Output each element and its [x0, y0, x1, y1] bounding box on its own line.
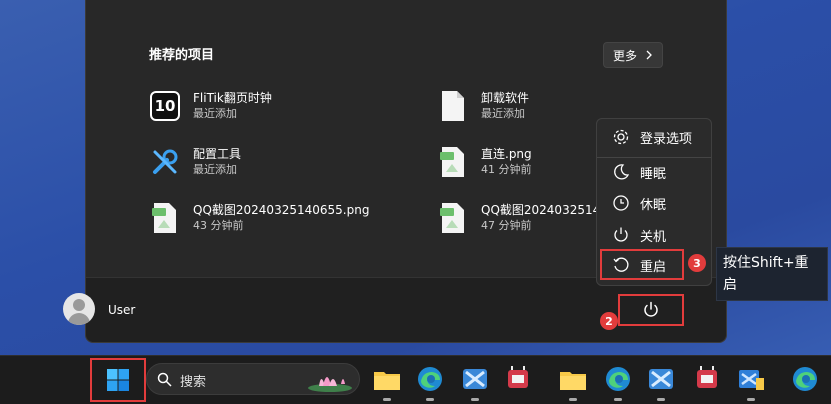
search-box[interactable]: 搜索: [146, 363, 360, 395]
running-indicator: [426, 398, 434, 401]
running-indicator: [657, 398, 665, 401]
png-file-icon: [149, 202, 181, 234]
item-time: 最近添加: [193, 107, 237, 120]
hibernate-item[interactable]: 休眠: [597, 189, 711, 217]
running-indicator: [471, 398, 479, 401]
search-icon: [157, 372, 172, 387]
gear-icon: [611, 127, 631, 147]
recommended-item[interactable]: 直连.png 41 分钟前: [437, 146, 532, 178]
menu-label: 登录选项: [640, 131, 693, 147]
flitik-clock-icon: 10: [149, 90, 181, 122]
file-explorer-icon[interactable]: [372, 364, 402, 394]
app-icon[interactable]: [736, 364, 766, 394]
menu-label: 休眠: [640, 197, 667, 213]
edge-icon[interactable]: [603, 364, 633, 394]
sleep-item[interactable]: 睡眠: [597, 158, 711, 186]
edge-icon[interactable]: [415, 364, 445, 394]
step-badge-3: 3: [688, 254, 706, 272]
recommended-item[interactable]: 10 FliTik翻页时钟 最近添加: [149, 90, 272, 122]
search-placeholder: 搜索: [180, 375, 207, 390]
item-time: 43 分钟前: [193, 219, 244, 232]
item-time: 41 分钟前: [481, 163, 532, 176]
recommended-item[interactable]: 卸载软件 最近添加: [437, 90, 529, 122]
windows-logo-icon: [107, 369, 129, 391]
lotus-icon: [308, 377, 352, 392]
more-label: 更多: [612, 48, 637, 63]
username[interactable]: User: [108, 303, 135, 317]
item-time: 最近添加: [193, 163, 237, 176]
file-explorer-icon[interactable]: [558, 364, 588, 394]
flitik-icon-text: 10: [150, 91, 180, 121]
moon-icon: [611, 162, 631, 182]
step-badge-2: 2: [600, 312, 618, 330]
edge-icon[interactable]: [790, 364, 820, 394]
menu-label: 关机: [640, 229, 667, 245]
app-icon[interactable]: [503, 364, 533, 394]
png-file-icon: [437, 146, 469, 178]
app-icon[interactable]: [646, 364, 676, 394]
recommended-item[interactable]: 配置工具 最近添加: [149, 146, 241, 178]
shift-restart-tooltip: 按住Shift+重启: [716, 247, 828, 301]
recommended-title: 推荐的项目: [149, 48, 215, 63]
power-icon: [611, 225, 631, 245]
running-indicator: [747, 398, 755, 401]
item-name: 配置工具: [193, 147, 242, 161]
recommended-item[interactable]: QQ截图20240325140655.png 43 分钟前: [149, 202, 369, 234]
item-name: 直连.png: [481, 147, 532, 161]
item-time: 最近添加: [481, 107, 525, 120]
recommended-item[interactable]: QQ截图202403251403 47 分钟前: [437, 202, 616, 234]
app-icon[interactable]: [460, 364, 490, 394]
tools-icon: [149, 146, 181, 178]
restart-highlight: [600, 249, 684, 280]
power-icon: [644, 301, 658, 317]
blank-file-icon: [437, 90, 469, 122]
item-name: QQ截图20240325140655.png: [193, 203, 370, 217]
chevron-right-icon: [646, 50, 652, 60]
start-button[interactable]: [90, 358, 146, 402]
app-icon[interactable]: [692, 364, 722, 394]
running-indicator: [569, 398, 577, 401]
clock-icon: [611, 193, 631, 213]
item-name: FliTik翻页时钟: [193, 91, 272, 105]
avatar[interactable]: [63, 293, 95, 325]
shutdown-item[interactable]: 关机: [597, 221, 711, 249]
more-button[interactable]: 更多: [603, 42, 663, 68]
png-file-icon: [437, 202, 469, 234]
menu-label: 睡眠: [640, 166, 667, 182]
running-indicator: [614, 398, 622, 401]
power-button[interactable]: [618, 294, 684, 326]
sign-in-options-item[interactable]: 登录选项: [597, 123, 711, 151]
item-name: 卸载软件: [481, 91, 530, 105]
running-indicator: [383, 398, 391, 401]
